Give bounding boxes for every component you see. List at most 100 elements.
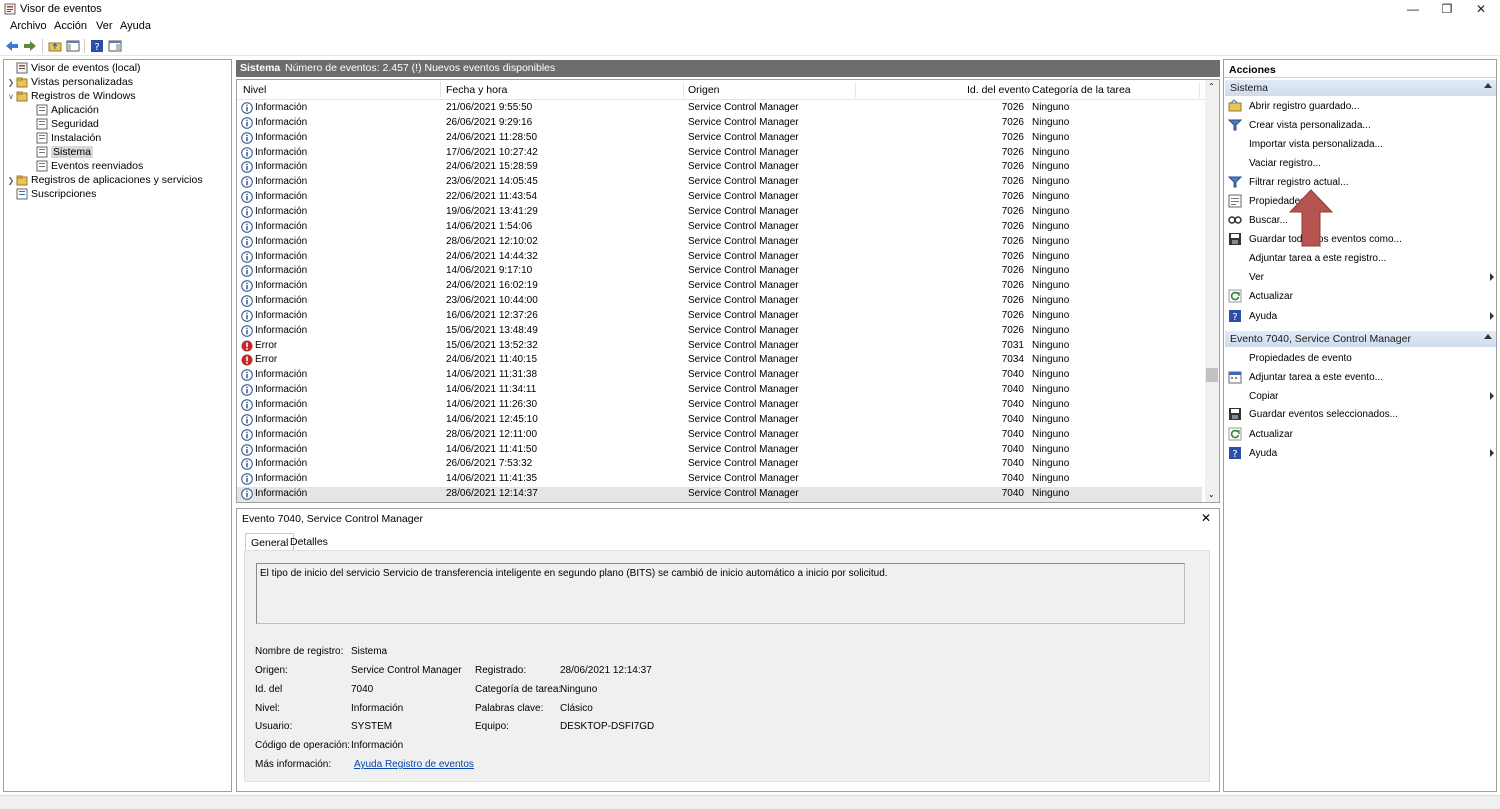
table-row[interactable]: Información 24/06/2021 11:28:50 Service Co… (237, 131, 1202, 146)
table-row[interactable]: Información 16/06/2021 12:37:26 Service Co… (237, 309, 1202, 324)
action-view[interactable]: Ver (1228, 268, 1496, 286)
tree-item-subscriptions[interactable]: Suscripciones (6, 187, 96, 201)
value-computer[interactable]: DESKTOP-DSFI7GD (560, 721, 654, 732)
column-header-category[interactable]: Categoría de la tarea (1032, 84, 1131, 96)
event-list-scrollbar[interactable]: ⌃ ⌄ (1205, 80, 1219, 502)
value-keywords[interactable]: Clásico (560, 703, 593, 714)
event-description[interactable]: El tipo de inicio del servicio Servicio … (256, 563, 1185, 624)
table-row[interactable]: Información 14/06/2021 11:26:30 Service Co… (237, 398, 1202, 413)
restore-button[interactable]: ❐ (1430, 0, 1464, 18)
forward-button[interactable] (22, 38, 38, 54)
table-row[interactable]: Información 24/06/2021 14:44:32 Service Co… (237, 250, 1202, 265)
expand-icon[interactable]: ❯ (6, 176, 16, 185)
up-folder-button[interactable] (47, 38, 63, 54)
back-button[interactable] (4, 38, 20, 54)
action-help[interactable]: ? Ayuda (1228, 307, 1496, 325)
table-row[interactable]: Información 28/06/2021 12:10:02 Service Co… (237, 235, 1202, 250)
collapse-section-icon[interactable] (1484, 334, 1492, 339)
action-import-custom-view[interactable]: Importar vista personalizada... (1228, 135, 1496, 153)
log-icon (36, 146, 48, 158)
menu-ver[interactable]: Ver (96, 20, 113, 32)
tree-item-app-services-logs[interactable]: ❯ Registros de aplicaciones y servicios (6, 173, 203, 187)
action-create-custom-view[interactable]: Crear vista personalizada... (1228, 116, 1496, 134)
table-row[interactable]: Error 24/06/2021 11:40:15 Service Control … (237, 353, 1202, 368)
action-clear-log[interactable]: Vaciar registro... (1228, 154, 1496, 172)
table-row[interactable]: Información 14/06/2021 12:45:10 Service Co… (237, 413, 1202, 428)
table-row[interactable]: Información 14/06/2021 11:31:38 Service Co… (237, 368, 1202, 383)
tree-item-setup[interactable]: Instalación (26, 131, 101, 145)
minimize-button[interactable]: — (1396, 0, 1430, 18)
value-level[interactable]: Información (351, 703, 403, 714)
cell-id: 7026 (1001, 191, 1024, 203)
tree-item-custom-views[interactable]: ❯ Vistas personalizadas (6, 75, 133, 89)
tree-item-windows-logs[interactable]: ∨ Registros de Windows (6, 89, 135, 103)
table-row[interactable]: Error 15/06/2021 13:52:32 Service Control … (237, 339, 1202, 354)
table-row[interactable]: Información 23/06/2021 14:05:45 Service Co… (237, 175, 1202, 190)
table-row[interactable]: Información 14/06/2021 11:41:35 Service Co… (237, 472, 1202, 487)
value-user[interactable]: SYSTEM (351, 721, 392, 732)
close-window-button[interactable]: ✕ (1464, 0, 1498, 18)
tree-item-application[interactable]: Aplicación (26, 103, 99, 117)
scroll-up-icon[interactable]: ⌃ (1208, 82, 1215, 91)
table-row[interactable]: Información 24/06/2021 15:28:59 Service Co… (237, 160, 1202, 175)
action-save-all-events[interactable]: Guardar todos los eventos como... (1228, 230, 1496, 248)
show-hide-tree-button[interactable] (65, 38, 81, 54)
menu-archivo[interactable]: Archivo (10, 20, 47, 32)
scrollbar-thumb[interactable] (1206, 368, 1218, 382)
column-header-source[interactable]: Origen (688, 84, 720, 96)
action-event-properties[interactable]: Propiedades de evento (1228, 349, 1496, 367)
action-attach-task-to-event[interactable]: Adjuntar tarea a este evento... (1228, 368, 1496, 386)
menu-ayuda[interactable]: Ayuda (120, 20, 151, 32)
close-detail-icon[interactable]: ✕ (1201, 511, 1211, 525)
value-task-category[interactable]: Ninguno (560, 684, 597, 695)
value-opcode[interactable]: Información (351, 740, 403, 751)
table-row[interactable]: Información 15/06/2021 13:48:49 Service Co… (237, 324, 1202, 339)
tree-item-root[interactable]: Visor de eventos (local) (6, 61, 141, 75)
collapse-section-icon[interactable] (1484, 83, 1492, 88)
table-row[interactable]: Información 14/06/2021 11:41:50 Service Co… (237, 443, 1202, 458)
action-find[interactable]: Buscar... (1228, 211, 1496, 229)
action-copy[interactable]: Copiar (1228, 387, 1496, 405)
tree-item-security[interactable]: Seguridad (26, 117, 99, 131)
table-row[interactable]: Información 26/06/2021 9:29:16 Service Con… (237, 116, 1202, 131)
expand-icon[interactable]: ❯ (6, 78, 16, 87)
tree-item-system[interactable]: Sistema (26, 145, 93, 159)
action-refresh[interactable]: Actualizar (1228, 287, 1496, 305)
value-log-name[interactable]: Sistema (351, 646, 387, 657)
show-hide-action-pane-button[interactable] (107, 38, 123, 54)
action-filter-current-log[interactable]: Filtrar registro actual... (1228, 173, 1496, 191)
table-row[interactable]: Información 26/06/2021 7:53:32 Service Con… (237, 457, 1202, 472)
tab-details[interactable]: Detalles (285, 533, 333, 551)
menu-accion[interactable]: Acción (54, 20, 87, 32)
scroll-down-icon[interactable]: ⌄ (1208, 490, 1215, 499)
table-row[interactable]: Información 28/06/2021 12:14:37 Service Co… (237, 487, 1202, 502)
table-row[interactable]: Información 14/06/2021 11:34:11 Service Co… (237, 383, 1202, 398)
table-row[interactable]: Información 24/06/2021 16:02:19 Service Co… (237, 279, 1202, 294)
action-help[interactable]: ? Ayuda (1228, 444, 1496, 462)
action-open-saved-log[interactable]: Abrir registro guardado... (1228, 97, 1496, 115)
action-save-selected-events[interactable]: Guardar eventos seleccionados... (1228, 405, 1496, 423)
table-row[interactable]: Información 22/06/2021 11:43:54 Service Co… (237, 190, 1202, 205)
table-row[interactable]: Información 14/06/2021 9:17:10 Service Con… (237, 264, 1202, 279)
column-header-date[interactable]: Fecha y hora (446, 84, 507, 96)
column-header-event-id[interactable]: Id. del evento (967, 84, 1030, 96)
table-row[interactable]: Información 14/06/2021 1:54:06 Service Con… (237, 220, 1202, 235)
help-button[interactable]: ? (89, 38, 105, 54)
table-row[interactable]: Información 19/06/2021 13:41:29 Service Co… (237, 205, 1202, 220)
column-header-level[interactable]: Nivel (243, 84, 266, 96)
more-info-link[interactable]: Ayuda Registro de eventos (354, 759, 474, 770)
table-row[interactable]: Información 21/06/2021 9:55:50 Service Con… (237, 101, 1202, 116)
tree-item-forwarded-events[interactable]: Eventos reenviados (26, 159, 143, 173)
collapse-icon[interactable]: ∨ (6, 92, 16, 101)
value-source[interactable]: Service Control Manager (351, 665, 462, 676)
table-row[interactable]: Información 17/06/2021 10:27:42 Service Co… (237, 146, 1202, 161)
actions-section-system[interactable]: Sistema (1225, 80, 1496, 96)
action-attach-task-to-log[interactable]: Adjuntar tarea a este registro... (1228, 249, 1496, 267)
action-refresh[interactable]: Actualizar (1228, 425, 1496, 443)
value-event-id[interactable]: 7040 (351, 684, 373, 695)
actions-section-event[interactable]: Evento 7040, Service Control Manager (1225, 331, 1496, 347)
table-row[interactable]: Información 23/06/2021 10:44:00 Service Co… (237, 294, 1202, 309)
action-properties[interactable]: Propiedades (1228, 192, 1496, 210)
value-logged[interactable]: 28/06/2021 12:14:37 (560, 665, 652, 676)
table-row[interactable]: Información 28/06/2021 12:11:00 Service Co… (237, 428, 1202, 443)
